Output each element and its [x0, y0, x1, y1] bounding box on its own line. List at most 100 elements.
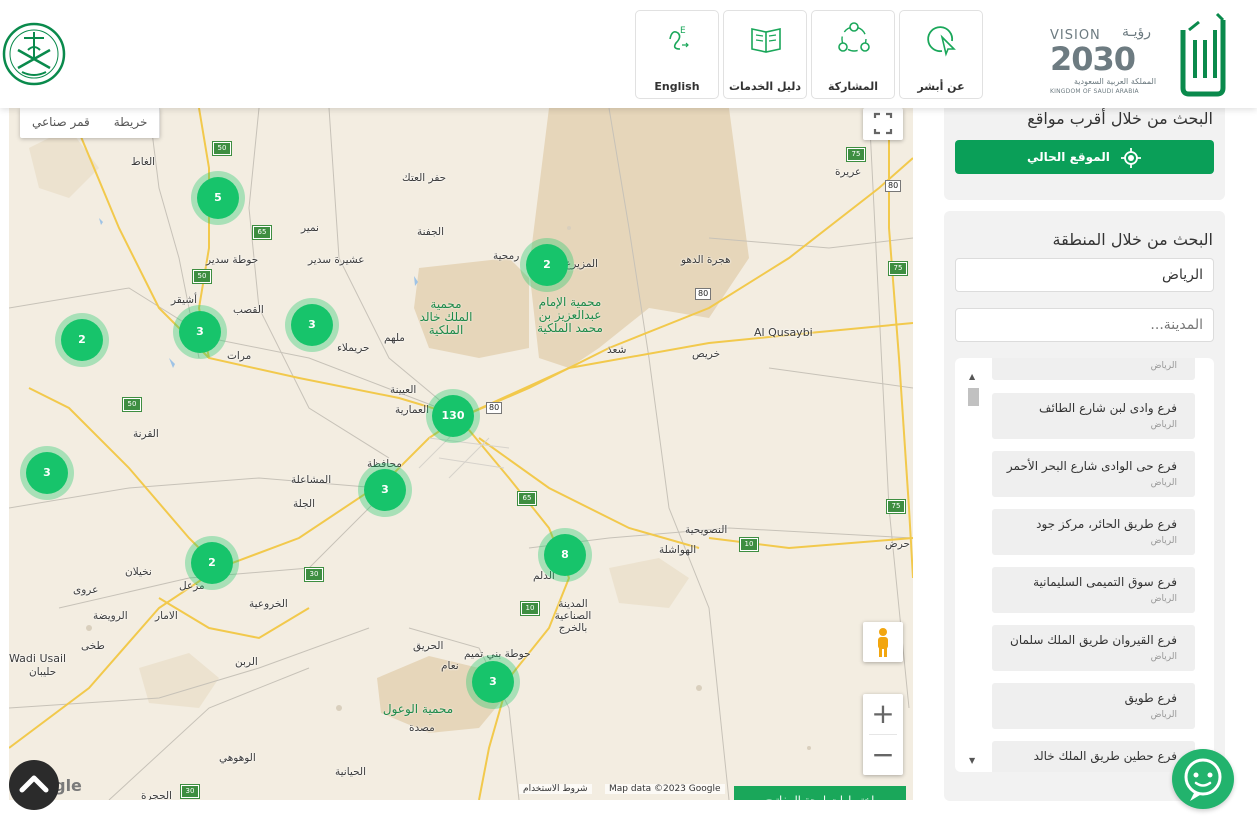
- branch-list[interactable]: ▲ ▼ الرياض فرع وادى لبن شارع الطائف الري…: [955, 358, 1214, 772]
- fullscreen-button[interactable]: [863, 108, 903, 140]
- road-shield: 10: [520, 601, 540, 616]
- scroll-up-arrow-icon[interactable]: ▲: [969, 372, 975, 381]
- place-label: القصب: [233, 304, 264, 316]
- nav-about-absher-label: عن أبشر: [917, 80, 965, 93]
- place-label: مصدة: [409, 722, 435, 734]
- terms-link[interactable]: شروط الاستخدام: [519, 784, 592, 794]
- place-label: النصويحية: [685, 524, 728, 536]
- place-label: الامار: [155, 610, 178, 622]
- place-label: الجفنة: [417, 226, 445, 238]
- cursor-click-icon: [927, 26, 956, 57]
- nav-english[interactable]: E English: [635, 10, 719, 99]
- place-label: المدينة الصناعية بالخرج: [554, 598, 592, 634]
- road-shield: 75: [846, 147, 866, 162]
- chat-assistant-button[interactable]: [1172, 749, 1234, 809]
- place-label: حوطة سدير: [206, 254, 259, 266]
- place-label: رمحية: [493, 250, 520, 262]
- branch-list-item[interactable]: فرع طويق الرياض: [992, 683, 1195, 729]
- branch-list-item[interactable]: فرع طريق الحائر، مركز جود الرياض: [992, 509, 1195, 555]
- place-label: الرويضة: [93, 610, 128, 622]
- map-type-satellite[interactable]: قمر صناعي: [20, 108, 102, 138]
- place-label: نعام: [441, 660, 459, 672]
- road-shield: 75: [886, 499, 906, 514]
- place-label: Al Qusaybi: [754, 326, 813, 339]
- scroll-to-top-button[interactable]: [9, 760, 59, 810]
- language-icon: E: [669, 26, 689, 50]
- road-shield: 30: [304, 567, 324, 582]
- nav-services-guide[interactable]: دليل الخدمات: [723, 10, 807, 99]
- branch-list-item[interactable]: فرع سوق التميمى السليمانية الرياض: [992, 567, 1195, 613]
- branch-cluster-marker[interactable]: 2: [55, 313, 109, 367]
- branch-cluster-marker[interactable]: 3: [173, 305, 227, 359]
- chevron-up-icon: [19, 775, 49, 793]
- nav-english-label: English: [654, 80, 700, 93]
- branch-list-item[interactable]: فرع وادى لبن شارع الطائف الرياض: [992, 393, 1195, 439]
- place-label: المشاعلة: [291, 474, 332, 486]
- place-label: الحجرة: [141, 790, 172, 800]
- branch-cluster-marker[interactable]: 3: [20, 446, 74, 500]
- scrollbar-thumb[interactable]: [968, 388, 979, 406]
- absher-logo: [1180, 12, 1226, 97]
- branches-map[interactable]: قمر صناعي خريطة الغاط حفر العتك نمير حوط…: [9, 108, 913, 800]
- map-data-attribution: Map data ©2023 Google: [605, 784, 725, 794]
- branch-cluster-marker[interactable]: 2: [520, 238, 574, 292]
- place-label: حليبان: [29, 666, 57, 678]
- place-label: عشيرة سدير: [308, 254, 365, 266]
- branch-cluster-marker[interactable]: 8: [538, 528, 592, 582]
- share-icon: [838, 22, 870, 52]
- place-label: طخى: [81, 640, 105, 652]
- branch-list-scrollbar[interactable]: ▲ ▼: [965, 366, 981, 766]
- branch-list-item[interactable]: فرع القيروان طريق الملك سلمان الرياض: [992, 625, 1195, 671]
- svg-text:E: E: [680, 26, 686, 36]
- scroll-down-arrow-icon[interactable]: ▼: [969, 756, 975, 765]
- region-search-panel: البحث من خلال المنطقة ▲ ▼ الرياض فرع واد…: [944, 211, 1225, 801]
- region-search-title: البحث من خلال المنطقة: [1052, 230, 1213, 249]
- branch-cluster-marker[interactable]: 5: [191, 171, 245, 225]
- branch-cluster-marker[interactable]: 3: [285, 298, 339, 352]
- branch-list-item[interactable]: الرياض: [992, 358, 1195, 380]
- region-field[interactable]: [955, 258, 1214, 292]
- branch-list-item[interactable]: فرع حى الوادى شارع البحر الأحمر الرياض: [992, 451, 1195, 497]
- place-label: العمارية: [395, 404, 430, 416]
- branch-cluster-marker[interactable]: 3: [358, 463, 412, 517]
- street-view-button[interactable]: [863, 622, 903, 662]
- map-type-map[interactable]: خريطة: [102, 108, 161, 138]
- park-label: محمية الوعول: [382, 702, 454, 716]
- road-shield: 10: [739, 537, 759, 552]
- zoom-control: + −: [863, 694, 903, 775]
- road-shield: 65: [517, 491, 537, 506]
- place-label: نمير: [301, 222, 319, 234]
- place-label: عريرة: [835, 166, 862, 178]
- road-shield: 30: [180, 784, 200, 799]
- place-label: الجلة: [293, 498, 315, 510]
- current-location-button[interactable]: الموقع الحالي: [955, 140, 1214, 174]
- place-label: شعذ: [607, 344, 627, 356]
- place-label: الخروعية: [249, 598, 288, 610]
- place-label: خريص: [692, 348, 721, 360]
- book-icon: [751, 28, 781, 53]
- nav-participation[interactable]: المشاركة: [811, 10, 895, 99]
- road-shield: 80: [695, 288, 712, 300]
- place-label: عروى: [73, 584, 99, 596]
- current-location-label: الموقع الحالي: [1026, 150, 1110, 164]
- map-type-control: قمر صناعي خريطة: [20, 108, 161, 138]
- place-label: العيينة: [390, 384, 417, 396]
- saudi-emblem-icon: [2, 22, 66, 86]
- keyboard-shortcuts-button[interactable]: اختصارات لوحة المفاتيح: [734, 786, 906, 800]
- zoom-in-button[interactable]: +: [863, 694, 903, 734]
- branch-cluster-marker[interactable]: 3: [466, 655, 520, 709]
- city-field[interactable]: [955, 308, 1214, 342]
- pegman-icon: [878, 628, 888, 657]
- branch-cluster-marker[interactable]: 130: [426, 389, 480, 443]
- place-label: حفر العتك: [402, 172, 447, 184]
- branch-cluster-marker[interactable]: 2: [185, 536, 239, 590]
- zoom-out-button[interactable]: −: [863, 735, 903, 775]
- road-shield: 80: [486, 402, 503, 414]
- park-label: محمية الملك خالد الملكية: [419, 297, 473, 337]
- branch-list-item[interactable]: فرع حطين طريق الملك خالد: [992, 741, 1195, 772]
- road-shield: 50: [212, 141, 232, 156]
- nearest-search-title: البحث من خلال أقرب مواقع: [1027, 109, 1213, 128]
- place-label: أشيقر: [171, 294, 197, 306]
- nav-about-absher[interactable]: عن أبشر: [899, 10, 983, 99]
- place-label: ملهم: [384, 332, 405, 344]
